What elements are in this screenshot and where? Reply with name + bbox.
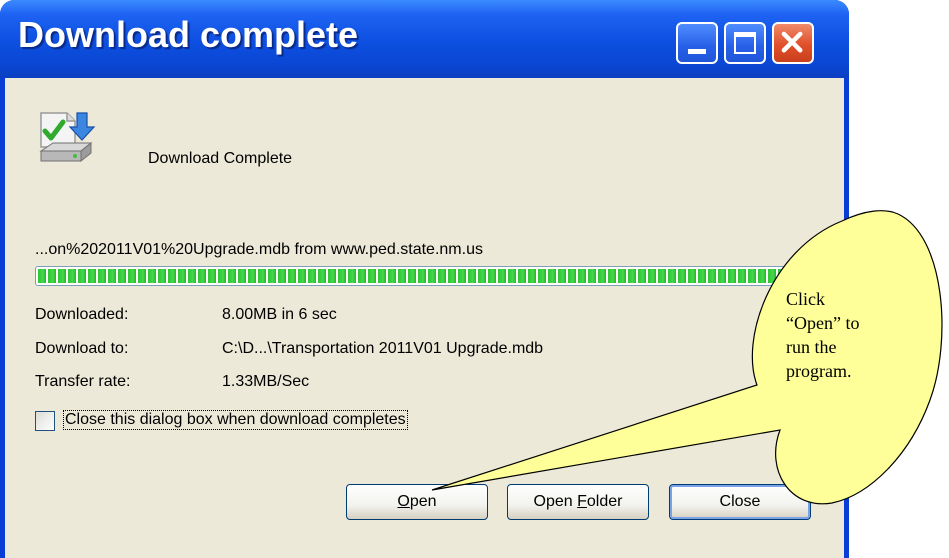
open-button[interactable]: Open [346,484,488,520]
callout-line-3: run the [786,337,837,357]
window-title: Download complete [18,14,359,55]
minimize-button[interactable] [676,22,718,64]
open-folder-button[interactable]: Open Folder [507,484,649,520]
close-window-button[interactable] [772,22,814,64]
open-button-rest: pen [409,493,437,510]
transfer-rate-value: 1.33MB/Sec [222,373,310,390]
dialog-body: Download Complete ...on%202011V01%20Upgr… [5,78,844,558]
open-button-mnemonic: O [397,493,410,510]
downloaded-label: Downloaded: [35,306,129,323]
callout-line-4: program. [786,361,852,381]
downloaded-value: 8.00MB in 6 sec [222,306,337,323]
close-icon [781,31,803,53]
callout-line-1: Click [786,289,825,309]
callout-text: Click “Open” to run the program. [786,287,906,383]
callout-line-2: “Open” to [786,313,860,333]
download-progress-bar [35,266,815,286]
minimize-icon [688,49,706,54]
open-folder-mnemonic: F [577,493,587,510]
download-to-label: Download to: [35,340,129,357]
download-source-url: ...on%202011V01%20Upgrade.mdb from www.p… [35,241,483,258]
close-when-complete-label[interactable]: Close this dialog box when download comp… [63,410,408,430]
download-complete-icon [39,112,96,163]
maximize-icon [734,32,756,54]
open-folder-rest: older [586,493,623,510]
open-folder-prefix: Open [533,493,578,510]
maximize-button[interactable] [724,22,766,64]
title-bar[interactable]: Download complete [0,0,849,78]
download-to-value: C:\D...\Transportation 2011V01 Upgrade.m… [222,340,544,357]
close-button[interactable]: Close [669,484,811,520]
transfer-rate-label: Transfer rate: [35,373,131,390]
download-status-headline: Download Complete [148,150,293,167]
progress-fill [38,269,812,283]
download-dialog-window: Download complete Download Complete ...o… [0,0,849,558]
close-when-complete-checkbox[interactable] [35,411,55,431]
